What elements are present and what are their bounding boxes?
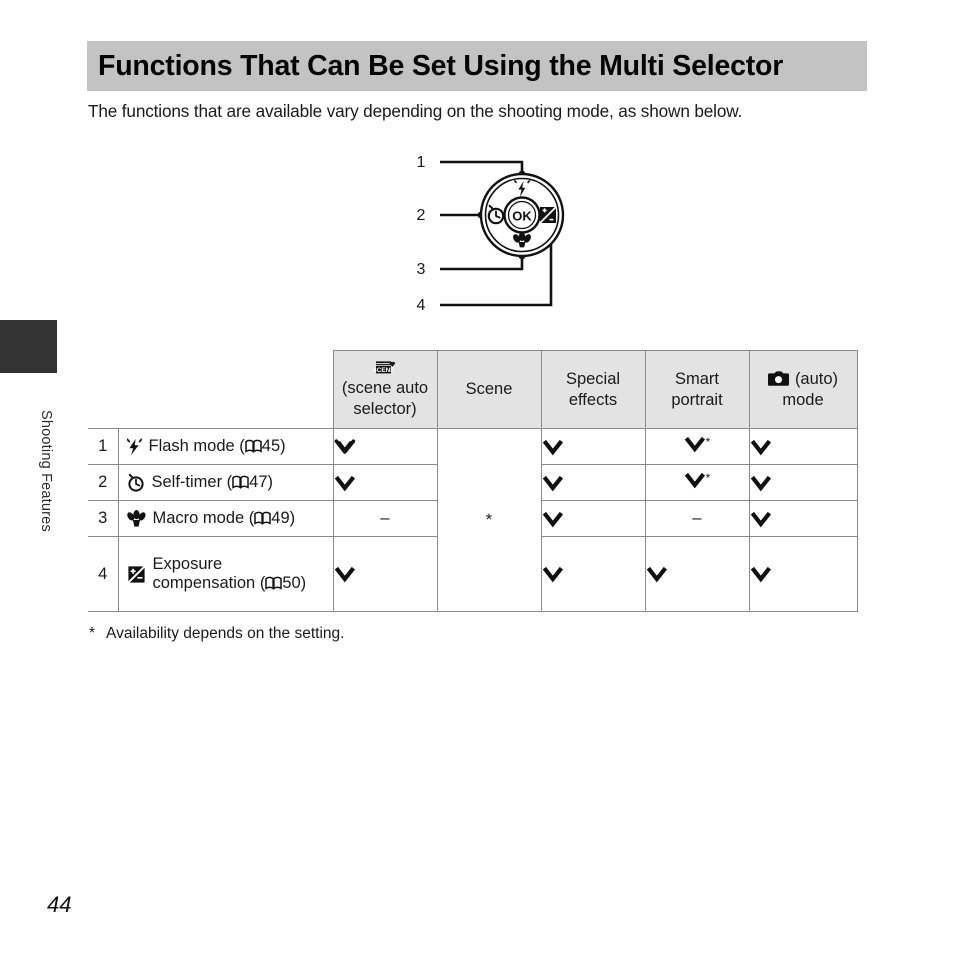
column-header-scene-auto: SCENE (scene auto selector) bbox=[332, 350, 438, 429]
row-label-text: Flash mode (45) bbox=[148, 436, 286, 455]
cell-smart-portrait bbox=[644, 536, 750, 612]
cell-scene-merged: * bbox=[436, 428, 542, 612]
column-header-scene: Scene bbox=[436, 350, 542, 429]
ok-button-label: OK bbox=[512, 209, 532, 224]
book-icon bbox=[245, 439, 262, 453]
check-icon bbox=[684, 435, 706, 453]
functions-availability-table: SCENE (scene auto selector) Scene Specia… bbox=[88, 350, 858, 612]
cell-scene-auto bbox=[332, 428, 438, 465]
check-icon bbox=[750, 510, 857, 528]
cell-smart-portrait: * bbox=[644, 428, 750, 465]
macro-icon bbox=[126, 509, 146, 528]
row-label-flash-mode: Flash mode (45) bbox=[117, 428, 334, 465]
scene-auto-selector-icon: SCENE bbox=[373, 360, 397, 377]
check-icon bbox=[542, 474, 645, 492]
cell-smart-portrait: – bbox=[644, 500, 750, 537]
header-blank-num bbox=[88, 350, 118, 429]
column-header-auto-mode-label-b: mode bbox=[782, 390, 824, 409]
svg-text:SCENE: SCENE bbox=[373, 368, 395, 375]
check-icon bbox=[750, 438, 857, 456]
camera-icon bbox=[767, 371, 789, 387]
check-icon bbox=[646, 565, 749, 583]
check-icon bbox=[334, 438, 437, 456]
flash-icon bbox=[126, 437, 142, 456]
check-icon bbox=[684, 471, 706, 489]
footnote: * Availability depends on the setting. bbox=[89, 625, 344, 643]
cell-auto-mode bbox=[748, 536, 858, 612]
check-icon bbox=[750, 474, 857, 492]
table-header-row: SCENE (scene auto selector) Scene Specia… bbox=[88, 350, 858, 429]
row-label-self-timer: Self-timer (47) bbox=[117, 464, 334, 501]
footnote-text: Availability depends on the setting. bbox=[106, 625, 345, 642]
check-icon bbox=[542, 510, 645, 528]
page-title-bar: Functions That Can Be Set Using the Mult… bbox=[87, 41, 867, 91]
row-label-exposure-compensation: Exposure compensation (50) bbox=[117, 536, 334, 612]
row-number: 2 bbox=[88, 464, 119, 501]
book-icon bbox=[265, 576, 283, 590]
check-icon bbox=[542, 438, 645, 456]
callout-number-3: 3 bbox=[416, 261, 426, 278]
book-icon bbox=[232, 475, 249, 489]
column-header-smart-portrait-label: Smart portrait bbox=[671, 370, 723, 409]
cell-scene-auto: – bbox=[332, 500, 438, 537]
check-icon bbox=[542, 565, 645, 583]
row-label-text: Self-timer (47) bbox=[151, 472, 274, 491]
cell-auto-mode bbox=[748, 500, 858, 537]
row-number: 3 bbox=[88, 500, 119, 537]
cell-special-effects bbox=[540, 536, 646, 612]
cell-special-effects bbox=[540, 464, 646, 501]
column-header-special-effects-label: Special effects bbox=[565, 370, 621, 409]
column-header-auto-mode-label-a: (auto) bbox=[794, 370, 839, 389]
exposure-compensation-icon bbox=[539, 206, 557, 224]
cell-auto-mode bbox=[748, 464, 858, 501]
footnote-marker: * bbox=[705, 471, 711, 485]
column-header-smart-portrait: Smart portrait bbox=[644, 350, 750, 429]
row-label-text: Macro mode (49) bbox=[152, 508, 296, 527]
cell-special-effects bbox=[540, 500, 646, 537]
footnote-marker: * bbox=[705, 435, 711, 449]
check-icon bbox=[334, 565, 437, 583]
header-blank-label bbox=[118, 350, 333, 429]
multi-selector-dial-graphic: OK bbox=[440, 160, 565, 307]
callout-number-2: 2 bbox=[416, 207, 426, 224]
check-icon bbox=[750, 565, 857, 583]
column-header-special-effects: Special effects bbox=[540, 350, 646, 429]
page-number: 44 bbox=[47, 892, 72, 917]
cell-scene-auto bbox=[332, 536, 438, 612]
column-header-scene-auto-label: (scene auto selector) bbox=[341, 379, 429, 418]
self-timer-icon bbox=[127, 473, 145, 492]
sidebar-section-label: Shooting Features bbox=[38, 410, 54, 532]
cell-smart-portrait: * bbox=[644, 464, 750, 501]
exposure-compensation-icon bbox=[127, 565, 146, 584]
multi-selector-diagram: OK 1 2 3 4 bbox=[400, 145, 600, 325]
callout-number-1: 1 bbox=[416, 154, 426, 171]
cell-special-effects bbox=[540, 428, 646, 465]
table-row: 1 Flash mode (45) * * bbox=[88, 428, 858, 612]
callout-number-4: 4 bbox=[416, 297, 426, 314]
column-header-scene-label: Scene bbox=[465, 380, 513, 399]
row-label-macro-mode: Macro mode (49) bbox=[117, 500, 334, 537]
footnote-marker: * bbox=[89, 625, 96, 642]
book-icon bbox=[254, 511, 272, 525]
row-number: 1 bbox=[88, 428, 119, 465]
cell-scene-auto bbox=[332, 464, 438, 501]
row-label-text: Exposure compensation (50) bbox=[152, 554, 307, 592]
page-title: Functions That Can Be Set Using the Mult… bbox=[98, 49, 784, 82]
cell-auto-mode bbox=[748, 428, 858, 465]
sidebar-section-tab bbox=[0, 320, 57, 373]
column-header-auto-mode: (auto) mode bbox=[748, 350, 858, 429]
intro-paragraph: The functions that are available vary de… bbox=[88, 101, 743, 121]
row-number: 4 bbox=[88, 536, 119, 612]
check-icon bbox=[334, 474, 437, 492]
